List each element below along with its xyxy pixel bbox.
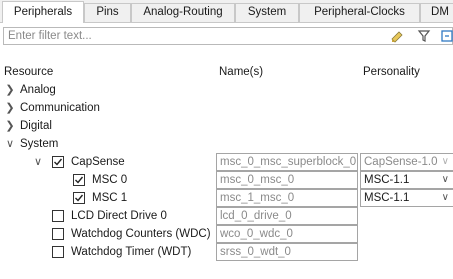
personality-value: MSC-1.1	[364, 174, 410, 186]
tab-system[interactable]: System	[235, 3, 299, 22]
filter-icon[interactable]	[417, 29, 431, 43]
tree-item-label: CapSense	[71, 156, 125, 168]
column-header: Resource Name(s) Personality	[0, 63, 453, 81]
wdc-checkbox[interactable]	[52, 228, 64, 240]
tree-item-label: Watchdog Timer (WDT)	[71, 246, 192, 258]
clear-filter-icon[interactable]	[390, 29, 404, 43]
tree-item-wdt[interactable]: Watchdog Timer (WDT) srss_0_wdt_0	[0, 243, 453, 261]
column-resource[interactable]: Resource	[4, 63, 53, 81]
tree-item-communication[interactable]: ❯ Communication	[0, 99, 453, 117]
msc0-checkbox[interactable]	[73, 174, 85, 186]
personality-select[interactable]: CapSense-1.0 ∨	[360, 153, 453, 171]
chevron-right-icon[interactable]: ❯	[4, 81, 16, 99]
capsense-checkbox[interactable]	[52, 156, 64, 168]
tree-item-label: System	[20, 138, 59, 150]
name-field[interactable]: msc_0_msc_superblock_0	[216, 153, 358, 171]
tree-item-capsense[interactable]: ∨ CapSense msc_0_msc_superblock_0 CapSen…	[0, 153, 453, 171]
chevron-down-icon[interactable]: ∨	[32, 153, 44, 171]
tree-item-label: Analog	[20, 84, 56, 96]
name-field[interactable]: lcd_0_drive_0	[216, 207, 358, 225]
filter-input[interactable]	[4, 28, 378, 44]
tab-peripheral-clocks[interactable]: Peripheral-Clocks	[299, 3, 420, 22]
tab-peripherals[interactable]: Peripherals	[2, 1, 84, 23]
personality-select[interactable]: MSC-1.1 ∨	[360, 171, 453, 189]
name-field[interactable]: srss_0_wdt_0	[216, 243, 358, 261]
tab-pins[interactable]: Pins	[84, 3, 131, 22]
msc1-checkbox[interactable]	[73, 192, 85, 204]
tree-item-label: Communication	[20, 102, 100, 114]
tree-item-analog[interactable]: ❯ Analog	[0, 81, 453, 99]
tree-item-system[interactable]: ∨ System	[0, 135, 453, 153]
tree-item-wdc[interactable]: Watchdog Counters (WDC) wco_0_wdc_0	[0, 225, 453, 243]
tree-item-label: Watchdog Counters (WDC)	[71, 228, 211, 240]
tab-dm[interactable]: DM	[420, 3, 453, 22]
chevron-right-icon[interactable]: ❯	[4, 117, 16, 135]
column-names[interactable]: Name(s)	[219, 63, 263, 81]
tab-analog-routing[interactable]: Analog-Routing	[131, 3, 235, 22]
filter-bar	[3, 27, 453, 45]
lcd-checkbox[interactable]	[52, 210, 64, 222]
tree-item-label: MSC 1	[92, 192, 128, 204]
tab-bar: Peripherals Pins Analog-Routing System P…	[0, 0, 453, 23]
chevron-down-icon[interactable]: ∨	[4, 135, 16, 153]
tree-item-msc1[interactable]: MSC 1 msc_1_msc_0 MSC-1.1 ∨	[0, 189, 453, 207]
tree-item-msc0[interactable]: MSC 0 msc_0_msc_0 MSC-1.1 ∨	[0, 171, 453, 189]
tree-item-label: MSC 0	[92, 174, 128, 186]
tree-item-lcd[interactable]: LCD Direct Drive 0 lcd_0_drive_0	[0, 207, 453, 225]
name-field[interactable]: msc_1_msc_0	[216, 189, 358, 207]
chevron-down-icon: ∨	[441, 192, 449, 203]
tree-item-label: Digital	[20, 120, 52, 132]
personality-value: CapSense-1.0	[364, 156, 438, 168]
name-field[interactable]: wco_0_wdc_0	[216, 225, 358, 243]
personality-select[interactable]: MSC-1.1 ∨	[360, 189, 453, 207]
column-personality[interactable]: Personality	[363, 63, 420, 81]
tree-item-label: LCD Direct Drive 0	[71, 210, 167, 222]
personality-value: MSC-1.1	[364, 192, 410, 204]
collapse-all-icon[interactable]	[440, 29, 453, 43]
chevron-down-icon: ∨	[441, 174, 449, 185]
chevron-right-icon[interactable]: ❯	[4, 99, 16, 117]
wdt-checkbox[interactable]	[52, 246, 64, 258]
name-field[interactable]: msc_0_msc_0	[216, 171, 358, 189]
tree-item-digital[interactable]: ❯ Digital	[0, 117, 453, 135]
chevron-down-icon: ∨	[441, 156, 449, 167]
